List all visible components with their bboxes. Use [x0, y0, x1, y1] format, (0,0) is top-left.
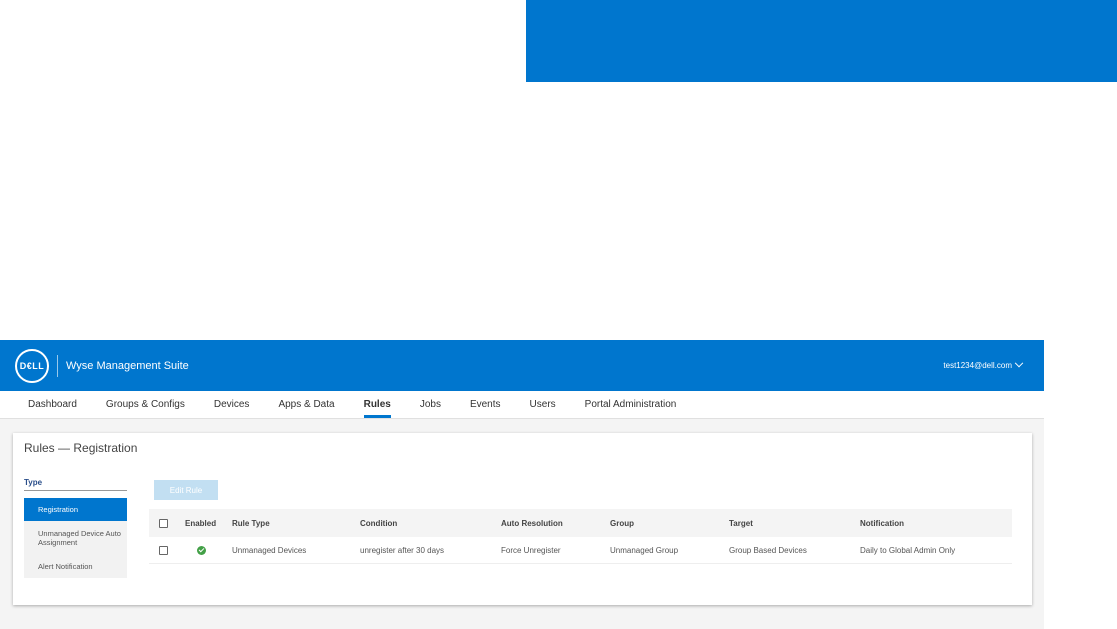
- nav-dashboard[interactable]: Dashboard: [28, 391, 77, 418]
- dell-logo: D€LL: [15, 348, 49, 383]
- app-title: Wyse Management Suite: [66, 359, 189, 372]
- enabled-check-icon: [197, 545, 206, 555]
- user-menu[interactable]: test1234@dell.com: [943, 340, 1024, 391]
- nav-devices[interactable]: Devices: [214, 391, 250, 418]
- nav-portal-administration[interactable]: Portal Administration: [585, 391, 677, 418]
- top-banner: [526, 0, 1117, 82]
- nav-jobs[interactable]: Jobs: [420, 391, 441, 418]
- nav-events[interactable]: Events: [470, 391, 501, 418]
- select-all-checkbox[interactable]: [159, 518, 168, 528]
- header-enabled[interactable]: Enabled: [185, 519, 216, 528]
- main-nav: Dashboard Groups & Configs Devices Apps …: [0, 391, 1044, 419]
- header-condition[interactable]: Condition: [360, 519, 397, 528]
- type-item-registration[interactable]: Registration: [24, 498, 127, 521]
- edit-rule-button[interactable]: Edit Rule: [154, 480, 218, 500]
- table-header: Enabled Rule Type Condition Auto Resolut…: [149, 509, 1012, 537]
- header-auto-resolution[interactable]: Auto Resolution: [501, 519, 563, 528]
- type-label: Type: [24, 478, 43, 487]
- chevron-down-icon: [1014, 358, 1024, 367]
- rules-table: Enabled Rule Type Condition Auto Resolut…: [149, 509, 1012, 564]
- type-item-unmanaged-device-auto-assignment[interactable]: Unmanaged Device Auto Assignment: [24, 521, 127, 554]
- nav-apps-data[interactable]: Apps & Data: [278, 391, 334, 418]
- cell-group: Unmanaged Group: [610, 545, 679, 555]
- app-window: D€LL Wyse Management Suite test1234@dell…: [0, 340, 1044, 629]
- header-target[interactable]: Target: [729, 519, 753, 528]
- header-group[interactable]: Group: [610, 519, 634, 528]
- rules-card: Rules — Registration Type Registration U…: [13, 433, 1032, 605]
- cell-target: Group Based Devices: [729, 545, 807, 555]
- cell-condition: unregister after 30 days: [360, 545, 445, 555]
- header-notification[interactable]: Notification: [860, 519, 904, 528]
- nav-users[interactable]: Users: [530, 391, 556, 418]
- logo-separator: [57, 354, 58, 377]
- type-item-alert-notification[interactable]: Alert Notification: [24, 554, 127, 578]
- page-title: Rules — Registration: [24, 441, 138, 455]
- cell-rule-type: Unmanaged Devices: [232, 545, 307, 555]
- user-email: test1234@dell.com: [943, 361, 1012, 370]
- header-rule-type[interactable]: Rule Type: [232, 519, 270, 528]
- nav-rules[interactable]: Rules: [363, 391, 392, 418]
- type-list: Registration Unmanaged Device Auto Assig…: [24, 498, 127, 578]
- type-divider: [24, 490, 127, 491]
- row-checkbox[interactable]: [159, 545, 168, 555]
- cell-notification: Daily to Global Admin Only: [860, 545, 956, 555]
- cell-auto-resolution: Force Unregister: [501, 545, 561, 555]
- app-header: D€LL Wyse Management Suite test1234@dell…: [0, 340, 1044, 391]
- nav-groups-configs[interactable]: Groups & Configs: [106, 391, 185, 418]
- table-row[interactable]: Unmanaged Devices unregister after 30 da…: [149, 537, 1012, 564]
